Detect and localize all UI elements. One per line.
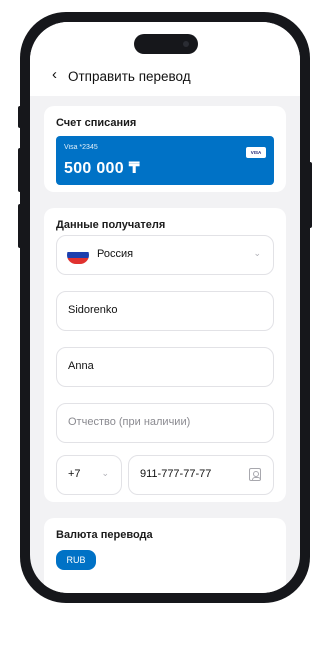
phone-country-code-select[interactable]: +7 ⌄ bbox=[56, 455, 122, 495]
recipient-section: Данные получателя Россия ⌄ Sidorenko Ann… bbox=[44, 208, 286, 502]
back-icon[interactable]: ‹ bbox=[52, 67, 57, 83]
header-bar: ‹ Отправить перевод bbox=[30, 22, 300, 96]
visa-logo-icon: VISA bbox=[246, 147, 266, 158]
page-title: Отправить перевод bbox=[68, 69, 191, 84]
phone-number-field[interactable]: 911-777-77-77 bbox=[128, 455, 274, 495]
country-label: Россия bbox=[97, 248, 134, 260]
last-name-field[interactable]: Sidorenko bbox=[56, 291, 274, 331]
dynamic-island bbox=[134, 34, 198, 54]
country-select[interactable]: Россия ⌄ bbox=[56, 235, 274, 275]
phone-number-value: 911-777-77-77 bbox=[140, 468, 212, 480]
first-name-value: Anna bbox=[68, 360, 94, 372]
chevron-down-icon: ⌄ bbox=[101, 468, 109, 478]
phone-screen: ‹ Отправить перевод Счет списания Visa *… bbox=[30, 22, 300, 593]
section-title-recipient: Данные получателя bbox=[56, 219, 166, 231]
first-name-field[interactable]: Anna bbox=[56, 347, 274, 387]
card-balance: 500 000 ₸ bbox=[64, 160, 141, 177]
section-title-debit-account: Счет списания bbox=[56, 117, 137, 129]
section-title-currency: Валюта перевода bbox=[56, 529, 153, 541]
contact-book-icon[interactable] bbox=[249, 468, 261, 481]
russia-flag-icon bbox=[67, 246, 89, 264]
patronymic-placeholder: Отчество (при наличии) bbox=[68, 416, 191, 428]
card-number: Visa *2345 bbox=[64, 144, 98, 151]
phone-country-code: +7 bbox=[68, 468, 81, 480]
chevron-down-icon: ⌄ bbox=[253, 248, 261, 258]
camera-icon bbox=[183, 41, 189, 47]
last-name-value: Sidorenko bbox=[68, 304, 118, 316]
bank-card[interactable]: Visa *2345 500 000 ₸ VISA bbox=[56, 136, 274, 185]
patronymic-field[interactable]: Отчество (при наличии) bbox=[56, 403, 274, 443]
currency-chip-rub[interactable]: RUB bbox=[56, 550, 96, 570]
debit-account-section: Счет списания Visa *2345 500 000 ₸ VISA bbox=[44, 106, 286, 192]
currency-section: Валюта перевода RUB bbox=[44, 518, 286, 593]
